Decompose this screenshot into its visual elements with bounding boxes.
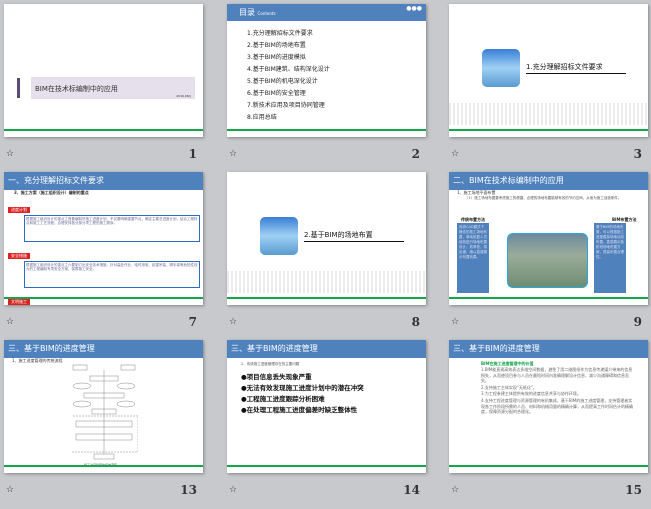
slide-meta: ☆ 3 [449,147,648,163]
slide-number: 1 [188,147,197,161]
slide-subtitle: 2、传统施工进度管理存在的主要问题 [241,362,300,366]
slide-thumbnail-7[interactable]: 一、充分理解招标文件要求 3、施工方案（施工组织设计）编制的重点 进度计划 根据施… [4,172,203,305]
process-flowchart [72,364,138,460]
toc-item: 4.基于BIM建筑、结构深化设计 [247,66,330,73]
slide-number: 3 [633,147,642,161]
city-skyline-image [227,271,426,293]
toc-item: 6.基于BIM的安全管理 [247,90,306,97]
slide-subtitle: 1、施工进度管理的传统流程 [12,358,63,363]
slide-number: 8 [411,315,420,329]
slide-thumbnail-8[interactable]: 2.基于BIM的场地布置 [227,172,426,305]
accent-line [227,465,426,467]
slide-meta: ☆ 13 [4,483,203,499]
title-box: BIM在技术标编制中的应用 2016.06() [31,77,195,99]
section-title: 1.充分理解招标文件要求 [526,62,626,74]
slide-meta: ☆ 14 [227,483,426,499]
slide-thumbnail-13[interactable]: 三、基于BIM的进度管理 1、施工进度管理的传统流程 施工进度管理的传统流程 [4,340,203,473]
slide-number: 13 [180,483,197,497]
paragraph: 3.为工程参建主体提供有效的进度信息共享与协作环境。 [481,391,581,397]
slide-header: 二、BIM在技术标编制中的应用 [449,172,648,190]
dots-icon: ●●● [406,5,422,12]
slide-header: 三、基于BIM的进度管理 [449,340,648,358]
left-text-panel: 传统CAD模式下静态的施工场地布置，单纯依靠人员经验进行场地布置设计，效率低、易… [457,223,489,293]
slide-thumbnail-1[interactable]: BIM在技术标编制中的应用 2016.06() [4,4,203,137]
toc-item: 2.基于BIM的场地布置 [247,42,306,49]
slide-number: 7 [188,315,197,329]
animation-star-icon[interactable]: ☆ [229,149,237,159]
airplane-city-image [482,49,520,87]
section-tag: 文明施工 [8,298,30,305]
toc-item: 5.基于BIM的机电深化设计 [247,78,318,85]
slide-header: 目录 Contents ●●● [227,4,426,21]
slide-number: 2 [411,147,420,161]
header-title: 目录 [239,8,255,17]
city-skyline-image [449,103,648,125]
presentation-title: BIM在技术标编制中的应用 [35,85,118,93]
right-text-panel: 基于BIM的场地布置，可以根据施工进度模拟场地动态布置，直观展示各阶段场地布置方… [594,223,626,293]
slide-thumbnail-15[interactable]: 三、基于BIM的进度管理 BIM在施工进度管理中的价值 1.BIM能直观高效表达… [449,340,648,473]
slide-thumbnail-3[interactable]: 1.充分理解招标文件要求 [449,4,648,137]
animation-star-icon[interactable]: ☆ [6,485,14,495]
slide-description: （1）施工场地布置要考虑施工的便捷、合理的场地布置能够有效的节约空间，从而为施工… [465,195,622,200]
toc-item: 8.应用总结 [247,114,277,121]
accent-line [4,465,203,467]
right-label: BIM布置方法 [612,217,637,222]
accent-line [4,129,203,131]
paragraph: 1.BIM能直观高效表达多维空间数据，避免了用二维图纸作为信息传递媒介带来的信息… [481,367,633,384]
accent-line [449,129,648,131]
bullet-item: ●无法有效发现施工进度计划中的潜在冲突 [241,383,364,392]
header-subtitle: Contents [257,11,276,16]
airplane-city-image [260,217,298,255]
slide-meta: ☆ 15 [449,483,648,499]
section-tag: 安全措施 [8,252,30,259]
section-title: 2.基于BIM的场地布置 [304,230,404,242]
slide-header: 三、基于BIM的进度管理 [227,340,426,358]
text-box: 根据施工组织设计的重点之首要编制好施工进度计划，不仅要明确重要节点，确定主要总进… [24,214,200,242]
slide-meta: ☆ 2 [227,147,426,163]
slide-thumbnail-9[interactable]: 二、BIM在技术标编制中的应用 1、施工场地平面布置 （1）施工场地布置要考虑施… [449,172,648,305]
slide-number: 15 [625,483,642,497]
animation-star-icon[interactable]: ☆ [6,149,14,159]
paragraph: 2.支持施工主体实现“无纸化”。 [481,384,537,390]
animation-star-icon[interactable]: ☆ [451,149,459,159]
toc-item: 7.新技术应用及项目协同管理 [247,102,325,109]
site-layout-image [507,233,588,288]
animation-star-icon[interactable]: ☆ [229,317,237,327]
text-box: 根据施工组织设计的重点之六要制订出安全技术措施，针对高处作业、临时用电、起重吊装… [24,260,200,288]
slide-meta: ☆ 7 [4,315,203,331]
slide-header: 一、充分理解招标文件要求 [4,172,203,190]
animation-star-icon[interactable]: ☆ [451,485,459,495]
slide-number: 9 [633,315,642,329]
left-label: 传统布置方法 [461,217,485,222]
toc-item: 3.基于BIM的进度模拟 [247,54,306,61]
accent-line [449,465,648,467]
slide-meta: ☆ 8 [227,315,426,331]
animation-star-icon[interactable]: ☆ [451,317,459,327]
animation-star-icon[interactable]: ☆ [6,317,14,327]
accent-line [227,297,426,299]
accent-line [4,297,203,299]
bullet-item: ●在处理工程施工进度偏差时缺乏整体性 [241,405,358,414]
presentation-date: 2016.06() [176,94,191,98]
slide-number: 14 [403,483,420,497]
slide-thumbnail-2[interactable]: 目录 Contents ●●● 1.充分理解招标文件要求 2.基于BIM的场地布置 3… [227,4,426,137]
animation-star-icon[interactable]: ☆ [229,485,237,495]
section-tag: 进度计划 [8,206,30,213]
paragraph: 4.支持工程进度管理与资源管理的有机集成，基于BIM的施工进度管理，支持管理者实… [481,397,633,415]
slide-meta: ☆ 9 [449,315,648,331]
bullet-item: ●工程施工进度跟踪分析困难 [241,394,325,403]
slide-header: 三、基于BIM的进度管理 [4,340,203,358]
accent-line [449,297,648,299]
toc-list: 1.充分理解招标文件要求 2.基于BIM的场地布置 3.基于BIM的进度模拟 4.基于… [247,28,330,124]
slide-thumbnail-14[interactable]: 三、基于BIM的进度管理 2、传统施工进度管理存在的主要问题 ●项目信息丢失现象… [227,340,426,473]
slide-meta: ☆ 1 [4,147,203,163]
bullet-item: ●项目信息丢失现象严重 [241,372,312,381]
toc-item: 1.充分理解招标文件要求 [247,30,313,37]
accent-line [227,129,426,131]
